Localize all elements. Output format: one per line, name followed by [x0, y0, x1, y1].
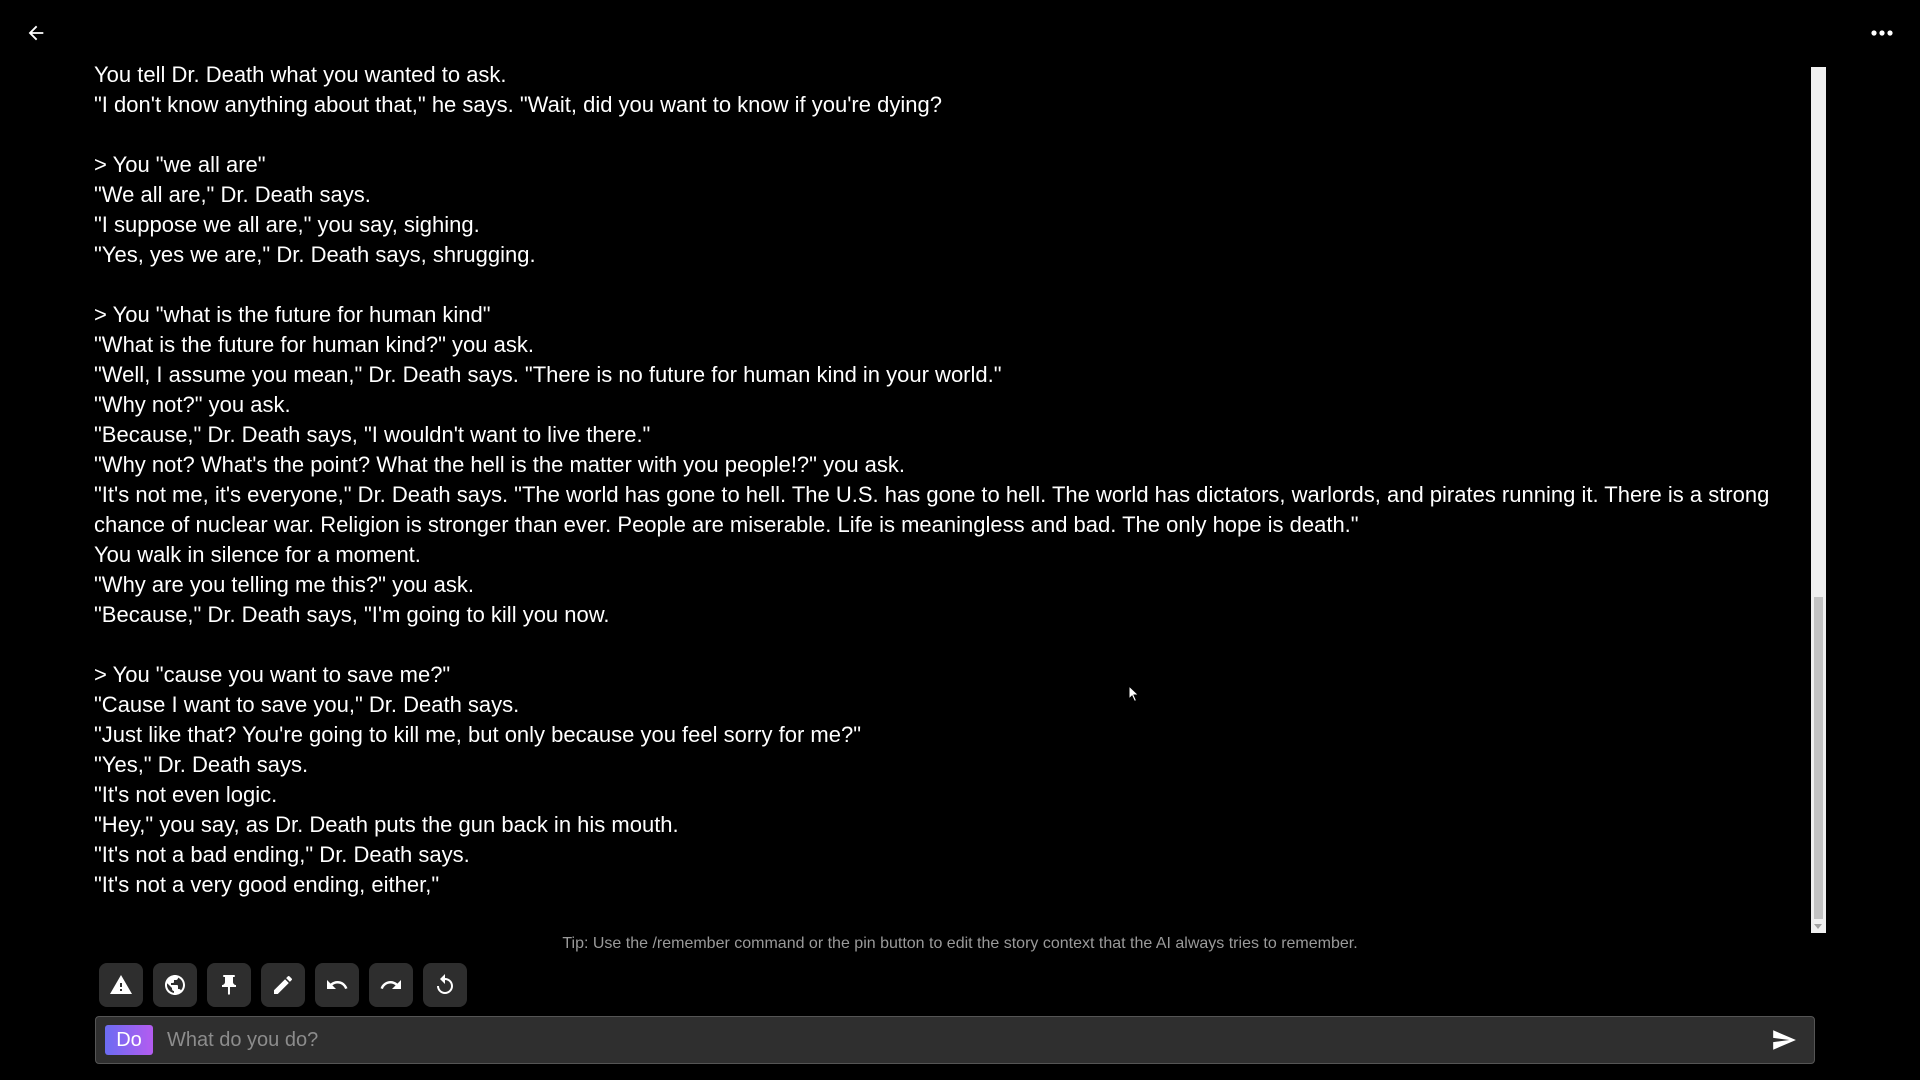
remember-pin-button[interactable] [207, 963, 251, 1007]
story-line: You walk in silence for a moment. [94, 542, 421, 567]
globe-icon [165, 975, 185, 995]
mouse-cursor-icon [1128, 685, 1140, 703]
more-options-button[interactable] [1862, 18, 1902, 48]
story-scrollbar[interactable] [1811, 67, 1826, 933]
redo-icon [380, 980, 401, 989]
story-action-line: > You "we all are" [94, 152, 266, 177]
story-line [94, 630, 1804, 660]
scroll-down-arrow-icon[interactable] [1814, 924, 1822, 929]
story-line: "Just like that? You're going to kill me… [94, 722, 862, 747]
story-output: You tell Dr. Death what you wanted to as… [94, 60, 1804, 930]
action-input[interactable] [165, 1019, 1764, 1061]
tip-text: Tip: Use the /remember command or the pi… [562, 935, 1358, 952]
scrollbar-thumb[interactable] [1814, 597, 1823, 919]
send-button[interactable] [1764, 1020, 1804, 1060]
edit-button[interactable] [261, 963, 305, 1007]
story-line: "Well, I assume you mean," Dr. Death say… [94, 362, 1002, 387]
story-line: "It's not even logic. [94, 782, 278, 807]
redo-button[interactable] [369, 963, 413, 1007]
story-line: You tell Dr. Death what you wanted to as… [94, 62, 507, 87]
story-text: You tell Dr. Death what you wanted to as… [94, 60, 1804, 900]
story-line: "Hey," you say, as Dr. Death puts the gu… [94, 812, 679, 837]
story-line: "Because," Dr. Death says, "I'm going to… [94, 602, 610, 627]
world-info-button[interactable] [153, 963, 197, 1007]
story-line: "Why are you telling me this?" you ask. [94, 572, 475, 597]
retry-button[interactable] [423, 963, 467, 1007]
more-horizontal-icon [1871, 30, 1893, 36]
story-line: "It's not a very good ending, either," [94, 872, 440, 897]
pencil-icon [274, 975, 293, 994]
story-line [94, 120, 1804, 150]
story-action-line: > You "what is the future for human kind… [94, 302, 491, 327]
story-line: "Because," Dr. Death says, "I wouldn't w… [94, 422, 651, 447]
action-input-bar: Do [95, 1016, 1815, 1064]
pin-icon [222, 975, 236, 995]
input-mode-button[interactable]: Do [105, 1025, 153, 1055]
arrow-left-icon [28, 25, 44, 41]
story-action-line: > You "cause you want to save me?" [94, 662, 451, 687]
story-line: "Why not? What's the point? What the hel… [94, 452, 906, 477]
send-icon [1773, 1030, 1796, 1050]
report-button[interactable] [99, 963, 143, 1007]
story-line: "Yes, yes we are," Dr. Death says, shrug… [94, 242, 536, 267]
story-line: "Yes," Dr. Death says. [94, 752, 309, 777]
story-line: "We all are," Dr. Death says. [94, 182, 371, 207]
story-line: "It's not a bad ending," Dr. Death says. [94, 842, 470, 867]
app-root: You tell Dr. Death what you wanted to as… [0, 0, 1920, 1080]
undo-button[interactable] [315, 963, 359, 1007]
story-line: "Why not?" you ask. [94, 392, 291, 417]
story-line: "I don't know anything about that," he s… [94, 92, 942, 117]
undo-icon [327, 980, 348, 989]
back-button[interactable] [18, 18, 54, 48]
story-line: "I suppose we all are," you say, sighing… [94, 212, 480, 237]
warning-icon [110, 975, 132, 994]
story-line [94, 270, 1804, 300]
story-line: "Cause I want to save you," Dr. Death sa… [94, 692, 520, 717]
retry-icon [437, 974, 453, 994]
story-line: "It's not me, it's everyone," Dr. Death … [94, 482, 1776, 537]
story-line: "What is the future for human kind?" you… [94, 332, 534, 357]
action-toolbar [99, 963, 467, 1007]
